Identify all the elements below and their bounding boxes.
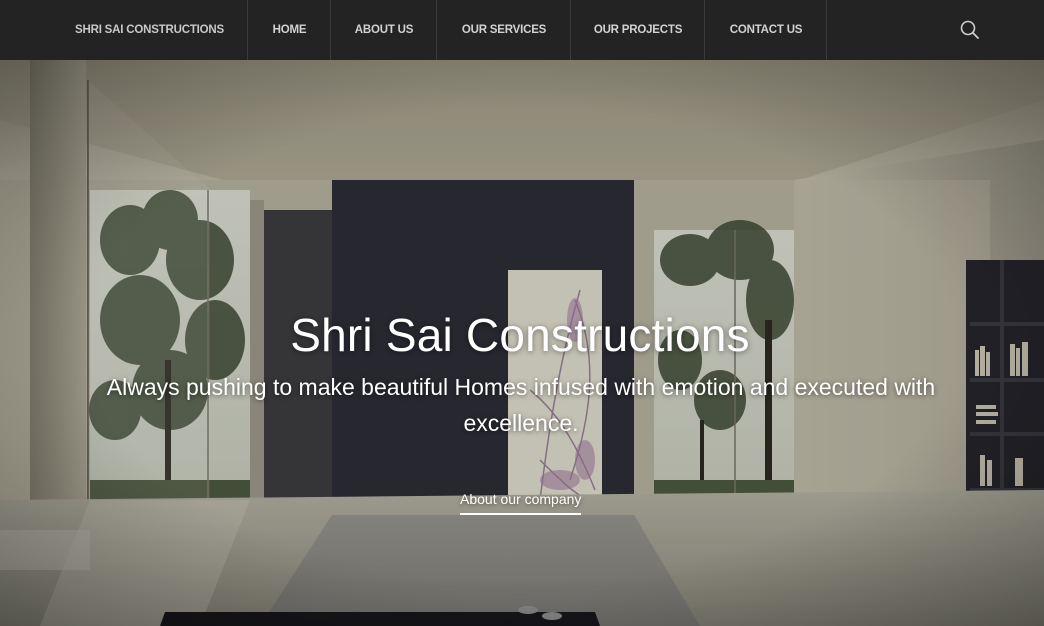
nav-item-contact-us[interactable]: CONTACT US <box>706 0 827 60</box>
nav-item-home[interactable]: HOME <box>249 0 331 60</box>
hero-banner: Shri Sai Constructions Always pushing to… <box>0 60 1044 626</box>
hero-title: Shri Sai Constructions <box>290 309 750 361</box>
hero-subtitle: Always pushing to make beautiful Homes i… <box>106 374 936 436</box>
search-icon <box>960 20 979 39</box>
nav-item-about-us[interactable]: ABOUT US <box>332 0 437 60</box>
about-company-link[interactable]: About our company <box>460 491 582 515</box>
search-button[interactable] <box>958 18 982 42</box>
nav-item-our-services[interactable]: OUR SERVICES <box>438 0 571 60</box>
nav-brand-link[interactable]: SHRI SAI CONSTRUCTIONS <box>52 0 248 60</box>
nav-item-our-projects[interactable]: OUR PROJECTS <box>572 0 705 60</box>
top-navbar: SHRI SAI CONSTRUCTIONS HOME ABOUT US OUR… <box>0 0 1044 60</box>
